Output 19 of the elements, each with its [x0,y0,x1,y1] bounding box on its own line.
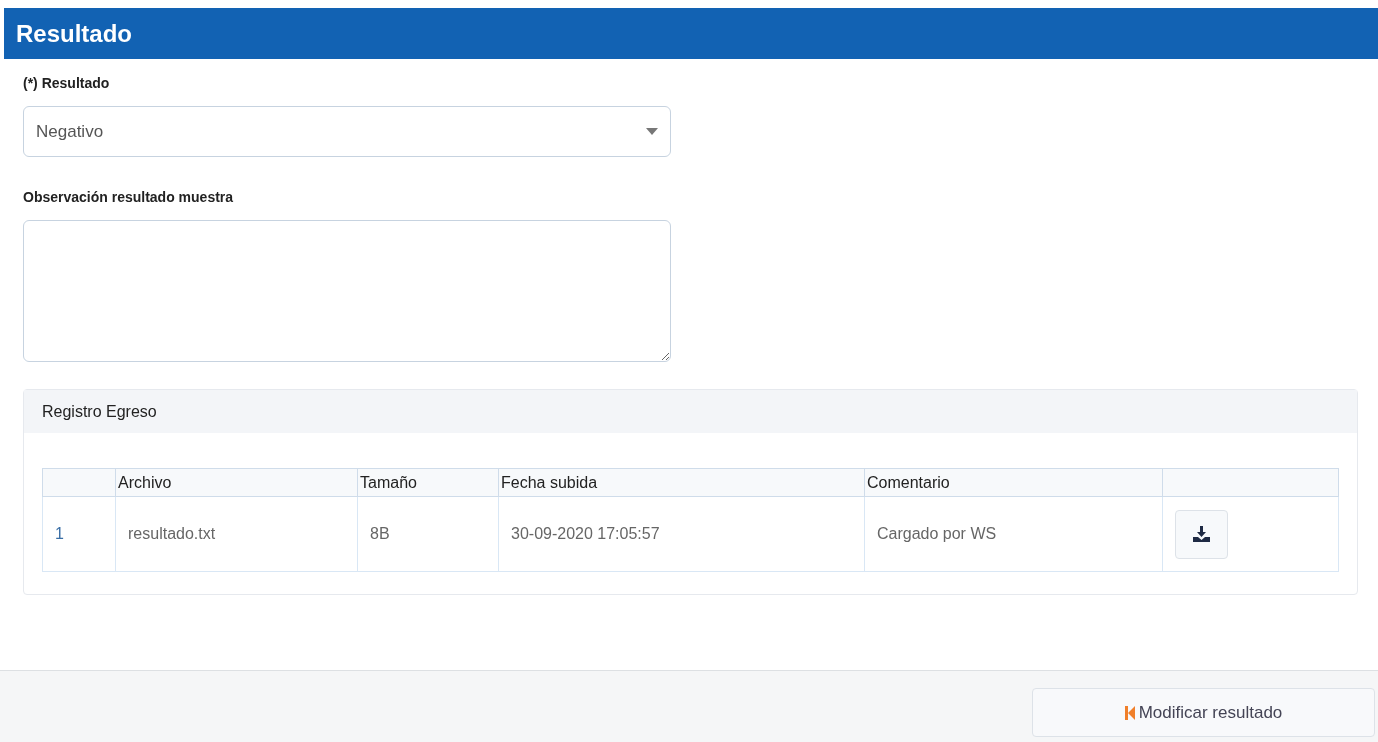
download-button[interactable] [1175,509,1228,559]
result-select[interactable]: Negativo [23,106,671,157]
table-cell: 30-09-2020 17:05:57 [498,496,865,572]
download-icon [1193,526,1210,542]
modify-result-button[interactable]: Modificar resultado [1032,688,1375,737]
page-title: Resultado [16,18,132,49]
panel-title: Registro Egreso [42,401,157,422]
table-cell: Cargado por WS [864,496,1163,572]
field-label: Observación resultado muestra [23,188,235,207]
skip-back-icon [1124,705,1135,720]
column-header: Archivo [115,468,358,497]
field-label: (*) Resultado [23,74,111,93]
column-header: Fecha subida [498,468,865,497]
row-number: 1 [42,496,116,572]
column-header: Tamaño [357,468,499,497]
dropdown-caret-icon [646,128,658,135]
column-header: Comentario [864,468,1163,497]
table-cell: 8B [357,496,499,572]
table-cell: resultado.txt [115,496,358,572]
